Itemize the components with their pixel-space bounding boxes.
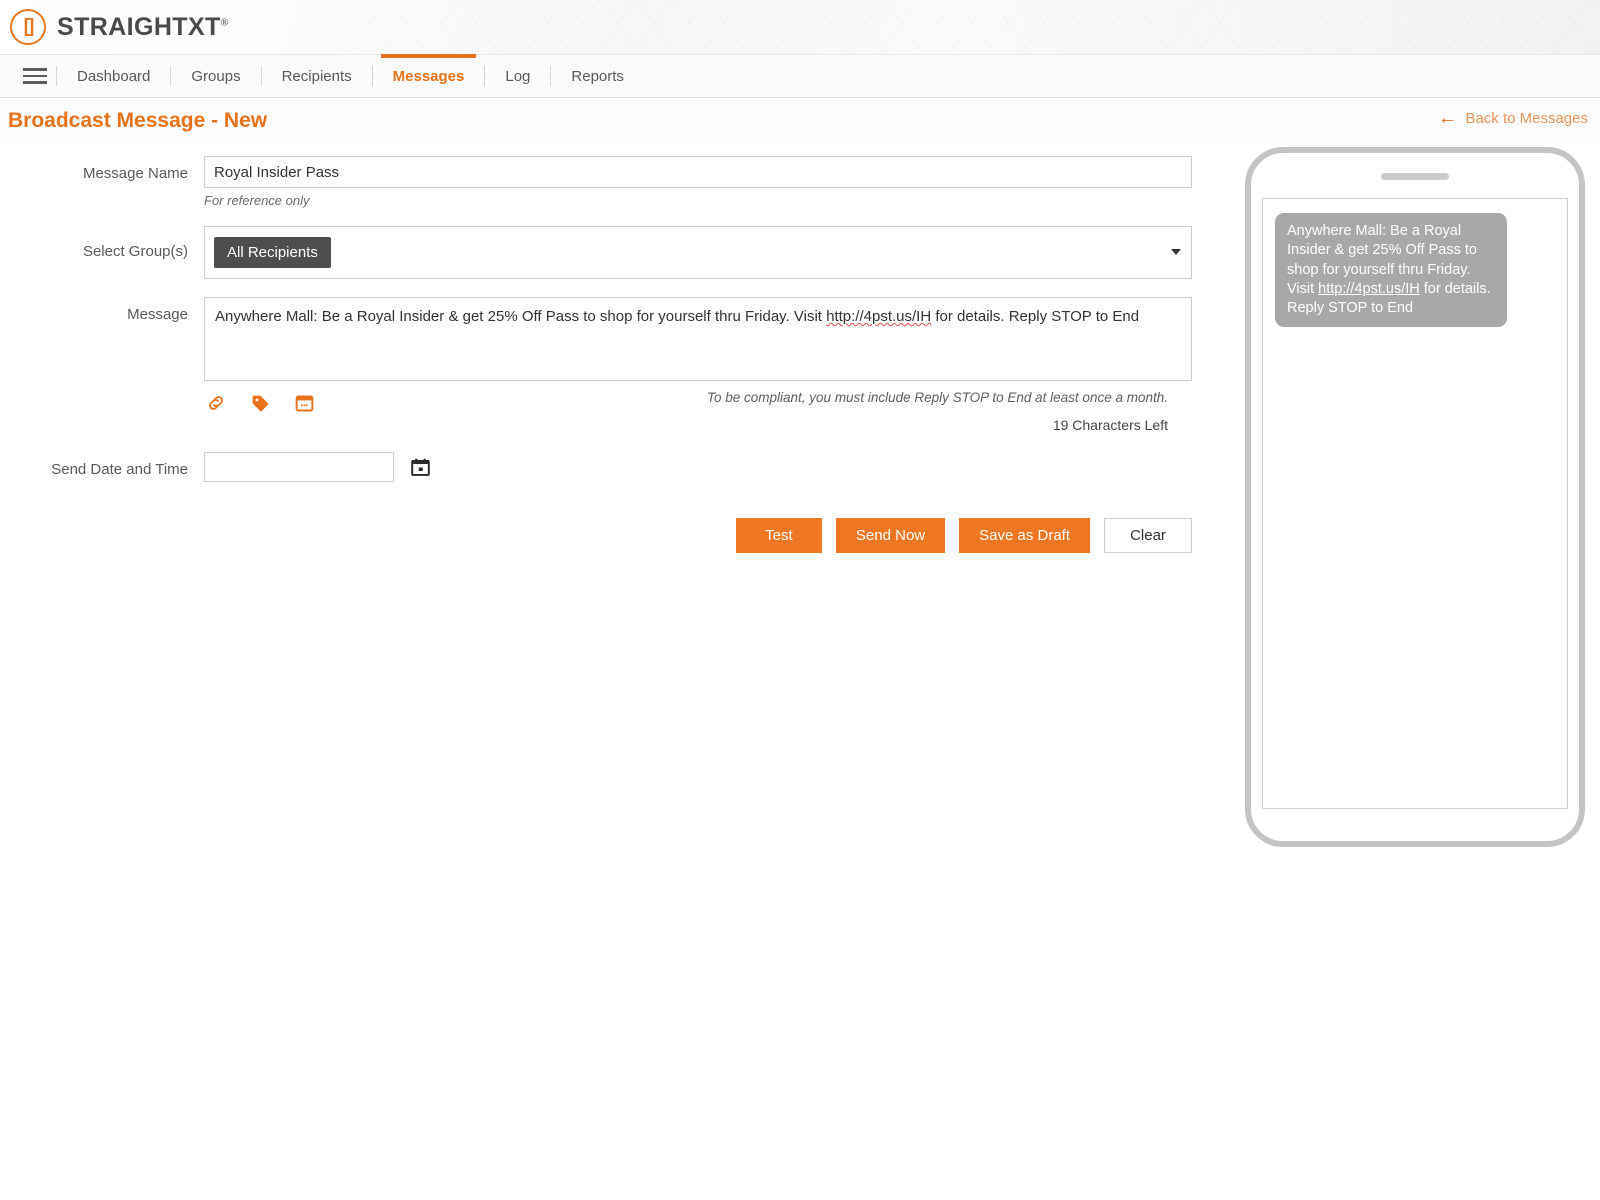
- characters-left-counter: 19 Characters Left: [1053, 417, 1168, 433]
- calendar-icon[interactable]: [410, 456, 432, 478]
- field-message-name: Message Name For reference only: [0, 156, 1216, 208]
- field-send-date-time: Send Date and Time: [0, 452, 1216, 482]
- message-link-text: http://4pst.us/IH: [826, 308, 931, 325]
- main-content: Message Name For reference only Select G…: [0, 144, 1600, 1200]
- message-text-before-link: Anywhere Mall: Be a Royal Insider & get …: [215, 308, 826, 325]
- template-icon[interactable]: [292, 391, 316, 415]
- phone-speaker-icon: [1381, 173, 1449, 180]
- message-textarea[interactable]: Anywhere Mall: Be a Royal Insider & get …: [204, 297, 1192, 381]
- back-link-label: Back to Messages: [1465, 110, 1588, 127]
- nav-label: Dashboard: [77, 68, 150, 85]
- page-title: Broadcast Message - New: [0, 109, 267, 133]
- phone-screen: Anywhere Mall: Be a Royal Insider & get …: [1262, 198, 1568, 809]
- nav-item-groups[interactable]: Groups: [171, 55, 260, 97]
- nav-item-messages[interactable]: Messages: [373, 55, 485, 97]
- phone-preview: Anywhere Mall: Be a Royal Insider & get …: [1245, 147, 1585, 847]
- broadcast-message-form: Message Name For reference only Select G…: [0, 156, 1216, 553]
- arrow-left-icon: ←: [1437, 108, 1457, 128]
- send-date-label: Send Date and Time: [0, 452, 204, 478]
- nav-label: Groups: [191, 68, 240, 85]
- brand-bar: [] STRAIGHTXT®: [0, 0, 1600, 54]
- bubble-link[interactable]: http://4pst.us/IH: [1318, 281, 1420, 297]
- nav-label: Log: [505, 68, 530, 85]
- send-date-input[interactable]: [204, 452, 394, 482]
- group-chip-all-recipients[interactable]: All Recipients: [214, 237, 331, 268]
- message-toolbar-row: To be compliant, you must include Reply …: [204, 390, 1192, 416]
- message-preview-bubble: Anywhere Mall: Be a Royal Insider & get …: [1275, 213, 1507, 327]
- nav-label: Recipients: [282, 68, 352, 85]
- nav-item-dashboard[interactable]: Dashboard: [57, 55, 170, 97]
- send-now-button[interactable]: Send Now: [836, 518, 945, 553]
- nav-label: Reports: [571, 68, 624, 85]
- nav-item-log[interactable]: Log: [485, 55, 550, 97]
- form-actions: Test Send Now Save as Draft Clear: [0, 518, 1216, 553]
- nav-item-recipients[interactable]: Recipients: [262, 55, 372, 97]
- message-name-hint: For reference only: [204, 193, 1192, 208]
- compliance-note: To be compliant, you must include Reply …: [707, 390, 1168, 405]
- brand-name: STRAIGHTXT®: [57, 13, 229, 42]
- tag-icon[interactable]: [248, 391, 272, 415]
- main-navigation: Dashboard Groups Recipients Messages Log…: [0, 54, 1600, 98]
- clear-button[interactable]: Clear: [1104, 518, 1192, 553]
- message-label: Message: [0, 297, 204, 323]
- chevron-down-icon[interactable]: [1171, 249, 1181, 255]
- hamburger-menu-icon[interactable]: [14, 55, 56, 97]
- brackets-logo-icon: []: [10, 9, 46, 45]
- test-button[interactable]: Test: [736, 518, 822, 553]
- nav-item-reports[interactable]: Reports: [551, 55, 644, 97]
- page-header: Broadcast Message - New ← Back to Messag…: [0, 98, 1600, 144]
- select-groups-label: Select Group(s): [0, 226, 204, 260]
- back-to-messages-link[interactable]: ← Back to Messages: [1437, 108, 1588, 128]
- message-text-after-link: for details. Reply STOP to End: [931, 308, 1139, 325]
- field-message: Message Anywhere Mall: Be a Royal Inside…: [0, 297, 1216, 416]
- nav-label: Messages: [393, 68, 465, 85]
- save-as-draft-button[interactable]: Save as Draft: [959, 518, 1090, 553]
- select-groups-dropdown[interactable]: All Recipients: [204, 226, 1192, 279]
- message-name-label: Message Name: [0, 156, 204, 182]
- registered-mark: ®: [221, 17, 229, 28]
- field-select-groups: Select Group(s) All Recipients: [0, 226, 1216, 279]
- brand-name-text: STRAIGHTXT: [57, 13, 221, 41]
- link-icon[interactable]: [204, 391, 228, 415]
- message-name-input[interactable]: [204, 156, 1192, 188]
